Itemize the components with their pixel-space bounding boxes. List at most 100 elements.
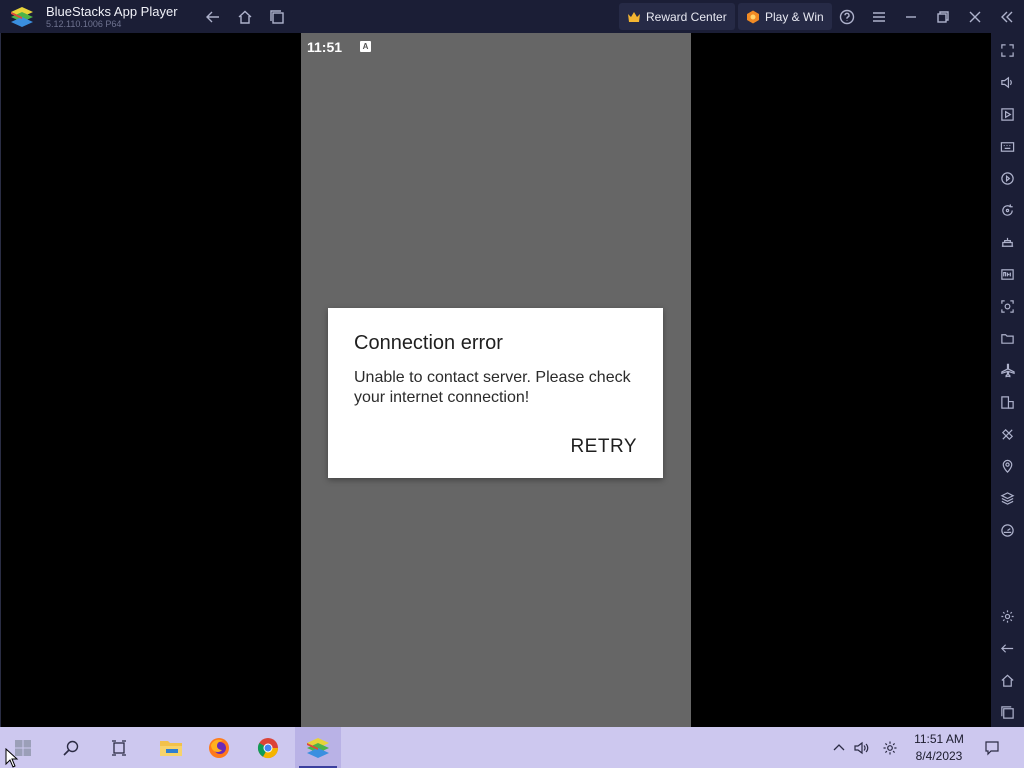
file-explorer-icon bbox=[160, 740, 182, 756]
play-win-label: Play & Win bbox=[765, 9, 824, 24]
gear-icon bbox=[883, 741, 897, 754]
status-notification-icon: A bbox=[360, 41, 371, 52]
eco-mode-icon bbox=[1001, 428, 1014, 441]
folder-icon bbox=[1001, 334, 1014, 344]
fullscreen-button[interactable] bbox=[998, 41, 1017, 60]
clock-time: 11:51 AM bbox=[914, 732, 964, 746]
back-button[interactable] bbox=[202, 6, 224, 28]
notification-icon bbox=[985, 740, 999, 755]
recent-apps-icon bbox=[270, 10, 284, 24]
home-icon bbox=[238, 10, 252, 24]
multi-instance-button[interactable] bbox=[998, 393, 1017, 412]
fullscreen-icon bbox=[1001, 44, 1014, 57]
screenshot-button[interactable] bbox=[998, 297, 1017, 316]
restore-button[interactable] bbox=[932, 6, 954, 28]
back-icon bbox=[1001, 644, 1014, 653]
rotate-icon bbox=[1002, 204, 1013, 216]
android-recents-button[interactable] bbox=[998, 703, 1017, 722]
home-button[interactable] bbox=[234, 6, 256, 28]
speaker-icon bbox=[854, 741, 869, 754]
settings-icon bbox=[1001, 610, 1014, 623]
keyboard-icon bbox=[1000, 142, 1015, 152]
app-version: 5.12.110.1006 P64 bbox=[46, 19, 122, 29]
app-title: BlueStacks App Player bbox=[46, 4, 178, 19]
screenshot-icon bbox=[1001, 300, 1014, 313]
game-controls-button[interactable] bbox=[998, 233, 1017, 252]
volume-icon bbox=[1001, 76, 1012, 89]
location-button[interactable] bbox=[998, 457, 1017, 476]
letterbox-right bbox=[691, 33, 991, 727]
search-button[interactable] bbox=[48, 727, 94, 768]
show-hidden-icons-button[interactable] bbox=[829, 727, 849, 768]
bluestacks-logo-icon bbox=[10, 6, 34, 28]
collapse-sidebar-button[interactable] bbox=[996, 6, 1018, 28]
arrow-left-icon bbox=[206, 11, 219, 23]
airplane-mode-button[interactable] bbox=[998, 361, 1017, 380]
hamburger-menu-icon bbox=[873, 12, 885, 22]
airplane-icon bbox=[1001, 363, 1015, 378]
side-toolbar bbox=[991, 33, 1024, 727]
folder-button[interactable] bbox=[998, 329, 1017, 348]
mouse-cursor-icon bbox=[5, 748, 19, 768]
restore-icon bbox=[937, 11, 949, 23]
letterbox-left bbox=[0, 33, 301, 727]
eco-mode-button[interactable] bbox=[998, 425, 1017, 444]
android-back-button[interactable] bbox=[998, 639, 1017, 658]
layers-icon bbox=[1000, 492, 1015, 505]
bluestacks-icon bbox=[307, 737, 329, 758]
windows-taskbar: 11:51 AM 8/4/2023 bbox=[0, 727, 1024, 768]
game-controls-icon bbox=[1001, 237, 1014, 247]
minimize-button[interactable] bbox=[900, 6, 922, 28]
settings-button[interactable] bbox=[998, 607, 1017, 626]
double-chevron-left-icon bbox=[1001, 11, 1013, 23]
task-view-icon bbox=[112, 739, 126, 756]
tray-settings-button[interactable] bbox=[879, 727, 901, 768]
volume-button[interactable] bbox=[998, 73, 1017, 92]
menu-button[interactable] bbox=[868, 6, 890, 28]
multi-task-button[interactable] bbox=[266, 6, 288, 28]
close-button[interactable] bbox=[964, 6, 986, 28]
taskbar-clock[interactable]: 11:51 AM 8/4/2023 bbox=[905, 731, 973, 765]
play-win-button[interactable]: Play & Win bbox=[738, 3, 832, 30]
keyboard-button[interactable] bbox=[998, 137, 1017, 156]
retry-button[interactable]: RETRY bbox=[570, 436, 637, 458]
media-icon bbox=[1001, 108, 1014, 121]
reward-center-button[interactable]: Reward Center bbox=[619, 3, 735, 30]
dialog-message: Unable to contact server. Please check y… bbox=[354, 369, 631, 406]
chrome-button[interactable] bbox=[245, 727, 291, 768]
performance-icon bbox=[1001, 524, 1014, 537]
multi-instance-icon bbox=[1001, 396, 1014, 409]
task-view-button[interactable] bbox=[96, 727, 142, 768]
layers-button[interactable] bbox=[998, 489, 1017, 508]
reward-center-label: Reward Center bbox=[646, 9, 727, 24]
android-screen[interactable]: 11:51 A Connection error Unable to conta… bbox=[301, 33, 691, 727]
volume-tray-button[interactable] bbox=[851, 727, 873, 768]
connection-error-dialog: Connection error Unable to contact serve… bbox=[328, 308, 663, 478]
dialog-title: Connection error bbox=[354, 332, 503, 354]
notification-center-button[interactable] bbox=[980, 727, 1004, 768]
recent-apps-icon bbox=[1001, 706, 1014, 719]
firefox-icon bbox=[209, 737, 229, 758]
crown-icon bbox=[627, 10, 641, 24]
macro-button[interactable] bbox=[998, 169, 1017, 188]
title-bar: BlueStacks App Player 5.12.110.1006 P64 … bbox=[0, 0, 1024, 33]
close-icon bbox=[969, 11, 981, 23]
apk-install-icon bbox=[1001, 269, 1014, 280]
install-apk-button[interactable] bbox=[998, 265, 1017, 284]
chrome-icon bbox=[257, 737, 279, 758]
firefox-button[interactable] bbox=[196, 727, 242, 768]
status-bar-time: 11:51 bbox=[307, 39, 343, 55]
coin-icon bbox=[746, 10, 760, 24]
file-explorer-button[interactable] bbox=[148, 727, 194, 768]
clock-date: 8/4/2023 bbox=[915, 749, 963, 763]
help-icon bbox=[839, 9, 855, 25]
performance-button[interactable] bbox=[998, 521, 1017, 540]
bluestacks-taskbar-button[interactable] bbox=[295, 727, 341, 768]
media-manager-button[interactable] bbox=[998, 105, 1017, 124]
minimize-icon bbox=[906, 16, 916, 18]
location-icon bbox=[1002, 459, 1013, 473]
rotate-button[interactable] bbox=[998, 201, 1017, 220]
macro-play-icon bbox=[1001, 172, 1014, 185]
help-button[interactable] bbox=[836, 6, 858, 28]
android-home-button[interactable] bbox=[998, 671, 1017, 690]
